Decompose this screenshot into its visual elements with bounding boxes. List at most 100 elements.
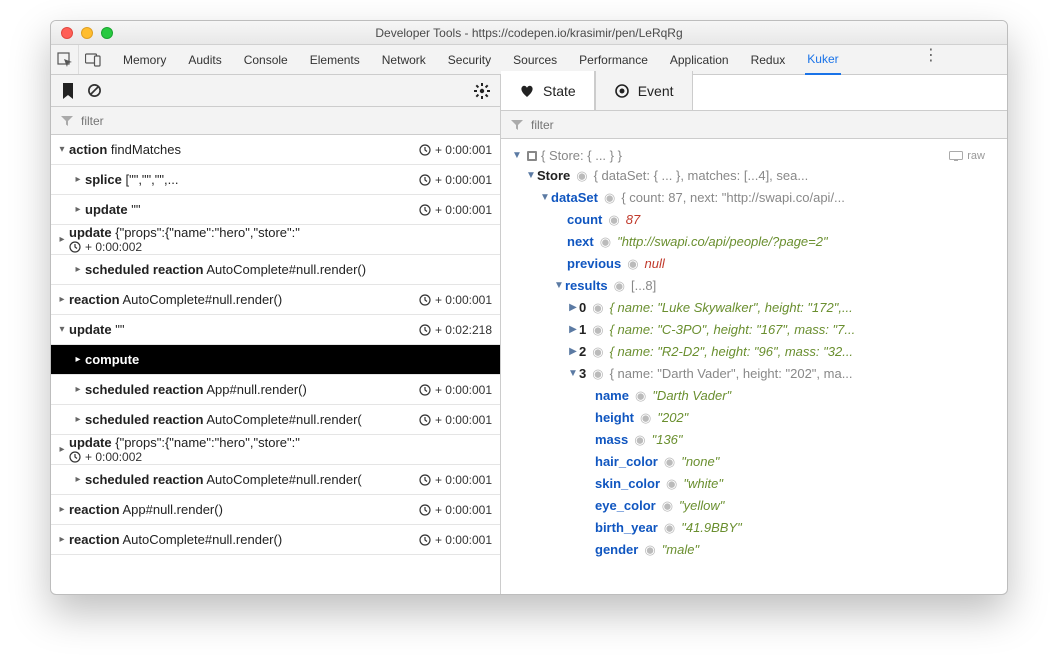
event-row[interactable]: ▸scheduled reaction AutoComplete#null.re… [51, 465, 500, 495]
settings-icon[interactable] [474, 83, 490, 99]
devtools-tab-elements[interactable]: Elements [308, 45, 362, 74]
chevron-icon[interactable]: ▸ [71, 414, 85, 425]
devtools-tab-performance[interactable]: Performance [577, 45, 650, 74]
eye-icon[interactable]: ◉ [664, 451, 675, 473]
event-row[interactable]: ▸scheduled reaction AutoComplete#null.re… [51, 255, 500, 285]
tree-leaf[interactable]: birth_year◉"41.9BBY" [511, 517, 997, 539]
eye-icon[interactable]: ◉ [592, 341, 603, 363]
tree-leaf[interactable]: hair_color◉"none" [511, 451, 997, 473]
tree-arrow-icon[interactable]: ▶ [567, 319, 579, 341]
tab-event-label: Event [638, 83, 674, 99]
eye-icon[interactable]: ◉ [640, 407, 651, 429]
devtools-tab-network[interactable]: Network [380, 45, 428, 74]
chevron-icon[interactable]: ▸ [71, 174, 85, 185]
minimize-window-icon[interactable] [81, 27, 93, 39]
tree-leaf[interactable]: mass◉"136" [511, 429, 997, 451]
chevron-icon[interactable]: ▸ [55, 234, 69, 245]
tree-key: count [567, 209, 602, 231]
devtools-tab-security[interactable]: Security [446, 45, 493, 74]
clear-icon[interactable] [87, 83, 102, 98]
eye-icon[interactable]: ◉ [592, 319, 603, 341]
chevron-icon[interactable]: ▸ [71, 204, 85, 215]
devtools-tab-sources[interactable]: Sources [511, 45, 559, 74]
event-time: + 0:00:001 [419, 173, 492, 187]
eye-icon[interactable]: ◉ [592, 297, 603, 319]
event-row[interactable]: ▾action findMatches+ 0:00:001 [51, 135, 500, 165]
tree-leaf[interactable]: height◉"202" [511, 407, 997, 429]
event-label: compute [85, 352, 492, 367]
eye-icon[interactable]: ◉ [644, 539, 655, 561]
device-toolbar-icon[interactable] [79, 45, 107, 74]
event-row[interactable]: ▸update ""+ 0:00:001 [51, 195, 500, 225]
event-row[interactable]: ▸reaction App#null.render()+ 0:00:001 [51, 495, 500, 525]
event-row[interactable]: ▸compute [51, 345, 500, 375]
close-window-icon[interactable] [61, 27, 73, 39]
event-row[interactable]: ▸update {"props":{"name":"hero","store":… [51, 435, 500, 465]
eye-icon[interactable]: ◉ [662, 495, 673, 517]
tab-state[interactable]: State [501, 71, 595, 110]
tree-value: "none" [681, 451, 719, 473]
tree-leaf[interactable]: name◉"Darth Vader" [511, 385, 997, 407]
more-icon[interactable]: ⋮ [923, 45, 939, 65]
raw-toggle[interactable]: raw [949, 145, 985, 167]
chevron-icon[interactable]: ▾ [55, 144, 69, 155]
chevron-icon[interactable]: ▸ [71, 354, 85, 365]
event-list[interactable]: ▾action findMatches+ 0:00:001▸splice [""… [51, 135, 500, 594]
eye-icon[interactable]: ◉ [604, 187, 615, 209]
eye-icon[interactable]: ◉ [664, 517, 675, 539]
tree-arrow-icon[interactable]: ▶ [567, 341, 579, 363]
tree-arrow-icon[interactable]: ▼ [567, 363, 579, 385]
event-row[interactable]: ▸reaction AutoComplete#null.render()+ 0:… [51, 285, 500, 315]
inspect-element-icon[interactable] [51, 45, 79, 74]
devtools-tab-audits[interactable]: Audits [186, 45, 223, 74]
chevron-icon[interactable]: ▸ [55, 504, 69, 515]
chevron-icon[interactable]: ▸ [71, 384, 85, 395]
tree-arrow-icon[interactable]: ▶ [567, 297, 579, 319]
eye-icon[interactable]: ◉ [614, 275, 625, 297]
tree-arrow-icon[interactable]: ▼ [525, 165, 537, 187]
right-filter-bar [501, 111, 1007, 139]
event-row[interactable]: ▸scheduled reaction AutoComplete#null.re… [51, 405, 500, 435]
event-row[interactable]: ▸reaction AutoComplete#null.render()+ 0:… [51, 525, 500, 555]
devtools-tab-console[interactable]: Console [242, 45, 290, 74]
eye-icon[interactable]: ◉ [576, 165, 587, 187]
right-tabs: State Event [501, 71, 1007, 111]
state-tree[interactable]: ▼ { Store: { ... } } raw ▼ Store ◉ { dat… [501, 139, 1007, 594]
tree-arrow-icon[interactable]: ▼ [539, 187, 551, 209]
event-row[interactable]: ▸scheduled reaction App#null.render()+ 0… [51, 375, 500, 405]
tree-arrow-icon[interactable]: ▼ [511, 145, 523, 167]
eye-icon[interactable]: ◉ [592, 363, 603, 385]
eye-icon[interactable]: ◉ [666, 473, 677, 495]
chevron-icon[interactable]: ▸ [71, 264, 85, 275]
event-time: + 0:00:001 [419, 533, 492, 547]
tree-leaf[interactable]: gender◉"male" [511, 539, 997, 561]
left-filter-input[interactable] [81, 114, 490, 128]
bookmark-icon[interactable] [61, 83, 75, 99]
chevron-icon[interactable]: ▸ [55, 294, 69, 305]
devtools-tab-memory[interactable]: Memory [121, 45, 168, 74]
eye-icon[interactable]: ◉ [634, 429, 645, 451]
tab-event[interactable]: Event [595, 71, 693, 110]
filter-icon [511, 119, 523, 131]
chevron-icon[interactable]: ▸ [71, 474, 85, 485]
devtools-tab-application[interactable]: Application [668, 45, 731, 74]
event-row[interactable]: ▸update {"props":{"name":"hero","store":… [51, 225, 500, 255]
monitor-icon [949, 151, 963, 161]
tree-key: previous [567, 253, 621, 275]
event-row[interactable]: ▸splice ["","","",...+ 0:00:001 [51, 165, 500, 195]
devtools-tab-redux[interactable]: Redux [749, 45, 788, 74]
tree-arrow-icon[interactable]: ▼ [553, 275, 565, 297]
eye-icon[interactable]: ◉ [635, 385, 646, 407]
tree-leaf[interactable]: eye_color◉"yellow" [511, 495, 997, 517]
zoom-window-icon[interactable] [101, 27, 113, 39]
tree-leaf[interactable]: skin_color◉"white" [511, 473, 997, 495]
chevron-icon[interactable]: ▾ [55, 324, 69, 335]
chevron-icon[interactable]: ▸ [55, 534, 69, 545]
eye-icon[interactable]: ◉ [600, 231, 611, 253]
chevron-icon[interactable]: ▸ [55, 444, 69, 455]
right-filter-input[interactable] [531, 118, 997, 132]
event-label: splice ["","","",... [85, 172, 419, 187]
eye-icon[interactable]: ◉ [608, 209, 619, 231]
eye-icon[interactable]: ◉ [627, 253, 638, 275]
event-row[interactable]: ▾update ""+ 0:02:218 [51, 315, 500, 345]
